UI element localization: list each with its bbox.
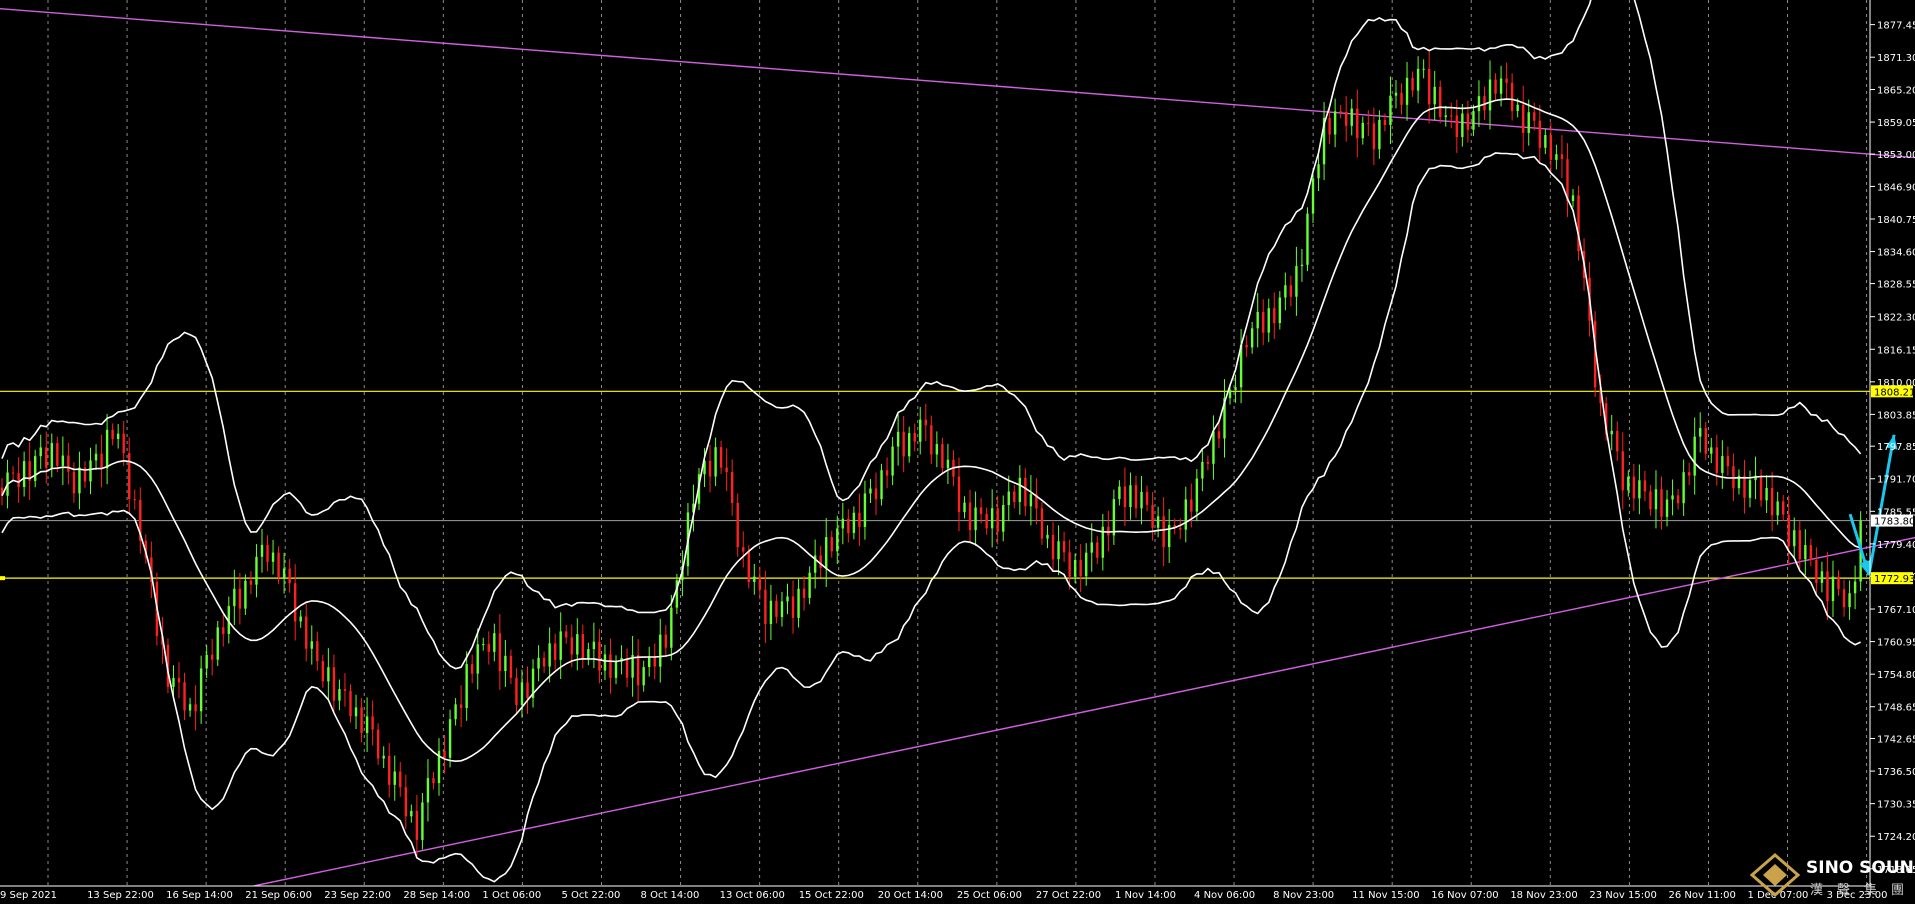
y-tick-label: 1816.15 bbox=[1877, 345, 1915, 356]
y-tick-label: 1791.70 bbox=[1877, 475, 1915, 486]
x-tick-label: 5 Oct 22:00 bbox=[561, 890, 620, 901]
candle bbox=[216, 620, 219, 667]
y-tick-label: 1767.10 bbox=[1877, 605, 1915, 616]
x-tick-label: 25 Oct 06:00 bbox=[957, 890, 1022, 901]
svg-text:1772.93: 1772.93 bbox=[1874, 574, 1915, 585]
y-tick-label: 1754.80 bbox=[1877, 670, 1915, 681]
x-tick-label: 16 Sep 14:00 bbox=[166, 890, 233, 901]
y-tick-label: 1853.00 bbox=[1877, 150, 1915, 161]
y-tick-label: 1840.75 bbox=[1877, 215, 1915, 226]
x-tick-label: 13 Oct 06:00 bbox=[720, 890, 785, 901]
y-tick-label: 1748.65 bbox=[1877, 703, 1915, 714]
candle bbox=[1040, 502, 1044, 545]
x-tick-label: 1 Nov 14:00 bbox=[1115, 890, 1176, 901]
x-tick-label: 28 Sep 14:00 bbox=[403, 890, 470, 901]
y-tick-label: 1846.90 bbox=[1877, 182, 1915, 193]
y-tick-label: 1724.20 bbox=[1877, 832, 1915, 843]
x-tick-label: 16 Nov 07:00 bbox=[1431, 890, 1498, 901]
level-badge: 1783.80 bbox=[1871, 514, 1915, 528]
level-badge: 1808.21 bbox=[1871, 385, 1915, 398]
x-tick-label: 4 Nov 06:00 bbox=[1194, 890, 1255, 901]
logo-subtitle: 漢聲集團 bbox=[1810, 882, 1915, 898]
x-tick-label: 21 Sep 06:00 bbox=[245, 890, 312, 901]
y-tick-label: 1760.95 bbox=[1877, 638, 1915, 649]
y-tick-label: 1742.65 bbox=[1877, 735, 1915, 746]
x-tick-label: 20 Oct 14:00 bbox=[878, 890, 943, 901]
svg-text:1783.80: 1783.80 bbox=[1874, 517, 1915, 528]
y-tick-label: 1779.40 bbox=[1877, 540, 1915, 551]
level-marker bbox=[0, 576, 5, 581]
x-tick-label: 11 Nov 15:00 bbox=[1352, 890, 1419, 901]
y-tick-label: 1730.35 bbox=[1877, 800, 1915, 811]
candle bbox=[1306, 207, 1309, 272]
svg-text:1808.21: 1808.21 bbox=[1874, 387, 1915, 398]
y-tick-label: 1871.30 bbox=[1877, 53, 1915, 64]
price-chart: 1877.45 1871.30 1865.20 1859.05 1853.00 1846.… bbox=[0, 0, 1915, 904]
y-tick-label: 1834.60 bbox=[1877, 248, 1915, 259]
x-tick-label: 15 Oct 22:00 bbox=[799, 890, 864, 901]
x-tick-label: 8 Nov 23:00 bbox=[1273, 890, 1334, 901]
x-tick-label: 27 Oct 22:00 bbox=[1036, 890, 1101, 901]
level-badge: 1772.93 bbox=[1871, 572, 1915, 585]
x-tick-label: 26 Nov 11:00 bbox=[1668, 890, 1735, 901]
x-tick-label: 9 Sep 2021 bbox=[0, 890, 57, 901]
y-tick-label: 1859.05 bbox=[1877, 118, 1915, 129]
candle bbox=[1439, 80, 1442, 124]
x-tick-label: 1 Oct 06:00 bbox=[482, 890, 541, 901]
candle bbox=[1577, 185, 1580, 261]
y-tick-label: 1865.20 bbox=[1877, 86, 1915, 97]
y-tick-label: 1822.30 bbox=[1877, 313, 1915, 324]
y-tick-label: 1877.45 bbox=[1877, 21, 1915, 32]
logo-name: SINO SOUND bbox=[1806, 858, 1915, 878]
y-tick-label: 1797.85 bbox=[1877, 442, 1915, 453]
x-tick-label: 18 Nov 23:00 bbox=[1510, 890, 1577, 901]
x-tick-label: 13 Sep 22:00 bbox=[87, 890, 154, 901]
y-tick-label: 1828.55 bbox=[1877, 280, 1915, 291]
x-tick-label: 8 Oct 14:00 bbox=[641, 890, 700, 901]
y-tick-label: 1803.85 bbox=[1877, 410, 1915, 421]
x-tick-label: 23 Nov 15:00 bbox=[1589, 890, 1656, 901]
x-tick-label: 23 Sep 22:00 bbox=[324, 890, 391, 901]
y-tick-label: 1736.50 bbox=[1877, 767, 1915, 778]
